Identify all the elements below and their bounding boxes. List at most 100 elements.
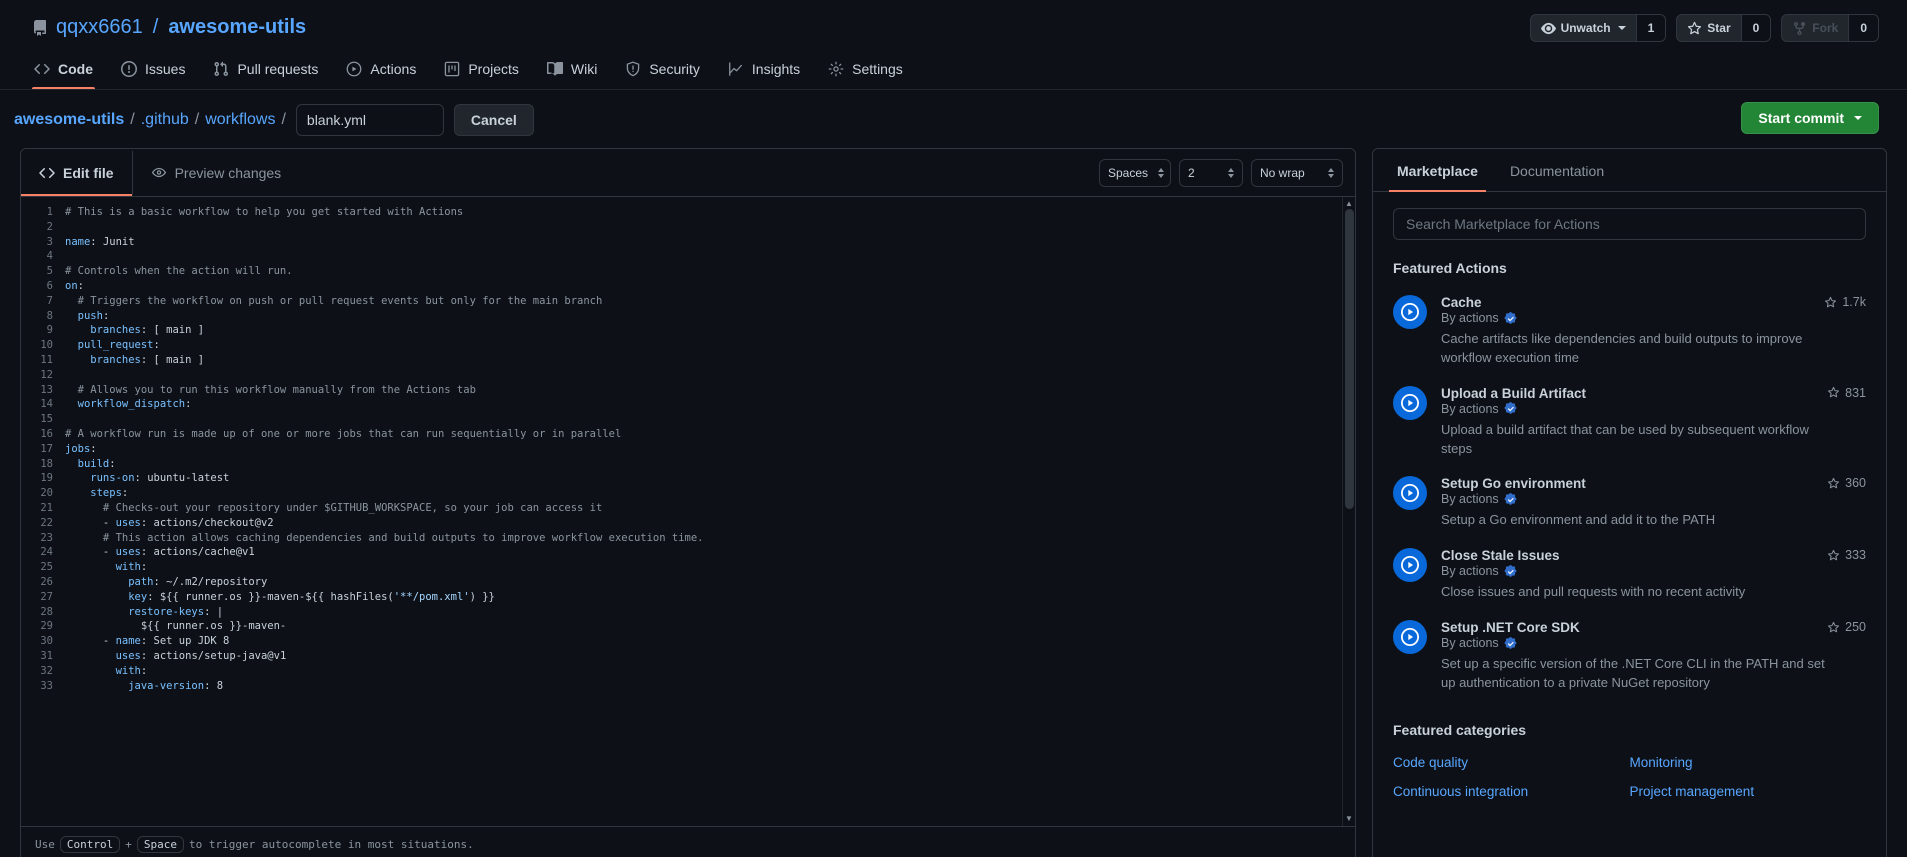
code-line[interactable]: 33 java-version: 8: [21, 679, 1355, 694]
indent-mode-select[interactable]: Spaces: [1099, 158, 1171, 187]
action-name[interactable]: Close Stale Issues: [1441, 548, 1866, 563]
code-line[interactable]: 29 ${{ runner.os }}-maven-: [21, 619, 1355, 634]
filename-input[interactable]: [295, 104, 444, 136]
code-line[interactable]: 31 uses: actions/setup-java@v1: [21, 649, 1355, 664]
code-line[interactable]: 4: [21, 249, 1355, 264]
nav-item-security[interactable]: Security: [615, 53, 710, 89]
nav-item-pull-requests[interactable]: Pull requests: [203, 53, 328, 89]
fork-button-group[interactable]: Fork 0: [1781, 14, 1879, 42]
verified-icon: [1504, 636, 1517, 649]
marketplace-action-item[interactable]: Cache By actions Cache artifacts like depe…: [1393, 286, 1866, 377]
tab-edit-file[interactable]: Edit file: [21, 150, 133, 196]
code-line[interactable]: 25 with:: [21, 560, 1355, 575]
action-name[interactable]: Setup .NET Core SDK: [1441, 620, 1866, 635]
start-commit-button[interactable]: Start commit: [1741, 102, 1879, 134]
category-link[interactable]: Continuous integration: [1393, 777, 1630, 806]
repo-owner-link[interactable]: qqxx6661: [56, 16, 143, 39]
tab-preview-changes-label: Preview changes: [174, 164, 282, 181]
scrollbar-thumb[interactable]: [1345, 209, 1354, 509]
marketplace-search-input[interactable]: [1393, 208, 1866, 240]
code-line[interactable]: 13 # Allows you to run this workflow man…: [21, 383, 1355, 398]
category-link[interactable]: Monitoring: [1630, 748, 1867, 777]
code-line[interactable]: 19 runs-on: ubuntu-latest: [21, 471, 1355, 486]
code-line[interactable]: 8 push:: [21, 309, 1355, 324]
tab-marketplace[interactable]: Marketplace: [1389, 149, 1486, 192]
code-line[interactable]: 15: [21, 412, 1355, 427]
chevron-updown-icon: [1158, 167, 1165, 178]
star-button[interactable]: Star: [1677, 15, 1740, 41]
nav-item-projects[interactable]: Projects: [434, 53, 529, 89]
code-line[interactable]: 18 build:: [21, 457, 1355, 472]
nav-item-issues[interactable]: Issues: [111, 53, 195, 89]
repo-name-link[interactable]: awesome-utils: [168, 16, 306, 39]
unwatch-button[interactable]: Unwatch: [1531, 15, 1636, 41]
nav-item-code[interactable]: Code: [24, 53, 103, 89]
code-line[interactable]: 26 path: ~/.m2/repository: [21, 575, 1355, 590]
code-line[interactable]: 30 - name: Set up JDK 8: [21, 634, 1355, 649]
nav-item-insights[interactable]: Insights: [718, 53, 810, 89]
line-text: # Triggers the workflow on push or pull …: [65, 294, 603, 307]
code-line[interactable]: 21 # Checks-out your repository under $G…: [21, 501, 1355, 516]
nav-item-settings[interactable]: Settings: [818, 53, 913, 89]
code-line[interactable]: 28 restore-keys: |: [21, 605, 1355, 620]
code-line[interactable]: 9 branches: [ main ]: [21, 323, 1355, 338]
code-line[interactable]: 20 steps:: [21, 486, 1355, 501]
code-line[interactable]: 23 # This action allows caching dependen…: [21, 531, 1355, 546]
code-line[interactable]: 5 # Controls when the action will run.: [21, 264, 1355, 279]
nav-item-actions[interactable]: Actions: [336, 53, 426, 89]
main-content: Edit file Preview changes Spaces 2 No wr: [0, 148, 1907, 857]
breadcrumb-dir-workflows[interactable]: workflows: [205, 111, 275, 129]
breadcrumb-dir-github[interactable]: .github: [141, 111, 189, 129]
fork-button[interactable]: Fork: [1782, 15, 1848, 41]
line-text: uses: actions/setup-java@v1: [65, 649, 287, 662]
code-line[interactable]: 7 # Triggers the workflow on push or pul…: [21, 294, 1355, 309]
marketplace-action-item[interactable]: Setup Go environment By actions Setup a Go…: [1393, 467, 1866, 539]
editor-pane: Edit file Preview changes Spaces 2 No wr: [20, 148, 1356, 857]
action-name[interactable]: Setup Go environment: [1441, 476, 1866, 491]
action-author: By actions: [1441, 401, 1499, 416]
code-line[interactable]: 14 workflow_dispatch:: [21, 397, 1355, 412]
code-line[interactable]: 27 key: ${{ runner.os }}-maven-${{ hashF…: [21, 590, 1355, 605]
indent-size-value: 2: [1188, 165, 1195, 180]
category-link[interactable]: Code quality: [1393, 748, 1630, 777]
code-editor-area[interactable]: 1 # This is a basic workflow to help you …: [21, 197, 1355, 826]
wrap-mode-select[interactable]: No wrap: [1251, 158, 1343, 187]
action-star-count: 250: [1827, 620, 1866, 634]
marketplace-action-item[interactable]: Setup .NET Core SDK By actions Set up a sp…: [1393, 611, 1866, 702]
code-line[interactable]: 12: [21, 368, 1355, 383]
cancel-button[interactable]: Cancel: [453, 104, 534, 136]
action-name[interactable]: Cache: [1441, 295, 1866, 310]
line-text: key: ${{ runner.os }}-maven-${{ hashFile…: [65, 590, 495, 603]
scroll-down-arrow-icon[interactable]: ▼: [1345, 812, 1353, 826]
tab-preview-changes[interactable]: Preview changes: [133, 151, 300, 195]
breadcrumb-row: awesome-utils / .github / workflows / Ca…: [0, 90, 1907, 148]
code-line[interactable]: 24 - uses: actions/cache@v1: [21, 545, 1355, 560]
editor-vertical-scrollbar[interactable]: ▲ ▼: [1342, 197, 1355, 826]
breadcrumb-repo-link[interactable]: awesome-utils: [14, 111, 124, 129]
code-line[interactable]: 3 name: Junit: [21, 235, 1355, 250]
line-number: 18: [40, 457, 53, 470]
marketplace-action-item[interactable]: Close Stale Issues By actions Close issues…: [1393, 539, 1866, 611]
nav-item-wiki[interactable]: Wiki: [537, 53, 607, 89]
code-line[interactable]: 10 pull_request:: [21, 338, 1355, 353]
watch-button-group[interactable]: Unwatch 1: [1529, 14, 1667, 42]
code-lines[interactable]: 1 # This is a basic workflow to help you …: [21, 197, 1355, 826]
code-line[interactable]: 11 branches: [ main ]: [21, 353, 1355, 368]
code-line[interactable]: 22 - uses: actions/checkout@v2: [21, 516, 1355, 531]
category-link[interactable]: Project management: [1630, 777, 1867, 806]
action-name[interactable]: Upload a Build Artifact: [1441, 386, 1866, 401]
star-button-group[interactable]: Star 0: [1676, 14, 1772, 42]
code-line[interactable]: 17 jobs:: [21, 442, 1355, 457]
action-star-count: 360: [1827, 476, 1866, 490]
breadcrumb-separator-1: /: [130, 111, 135, 128]
tab-documentation[interactable]: Documentation: [1506, 149, 1608, 191]
code-line[interactable]: 1 # This is a basic workflow to help you …: [21, 205, 1355, 220]
marketplace-action-item[interactable]: Upload a Build Artifact By actions Upload …: [1393, 377, 1866, 468]
line-text: jobs:: [65, 442, 97, 455]
indent-size-select[interactable]: 2: [1179, 158, 1243, 187]
code-line[interactable]: 2: [21, 220, 1355, 235]
code-line[interactable]: 16 # A workflow run is made up of one or …: [21, 427, 1355, 442]
code-line[interactable]: 32 with:: [21, 664, 1355, 679]
chevron-down-icon: [1854, 116, 1862, 120]
code-line[interactable]: 6 on:: [21, 279, 1355, 294]
